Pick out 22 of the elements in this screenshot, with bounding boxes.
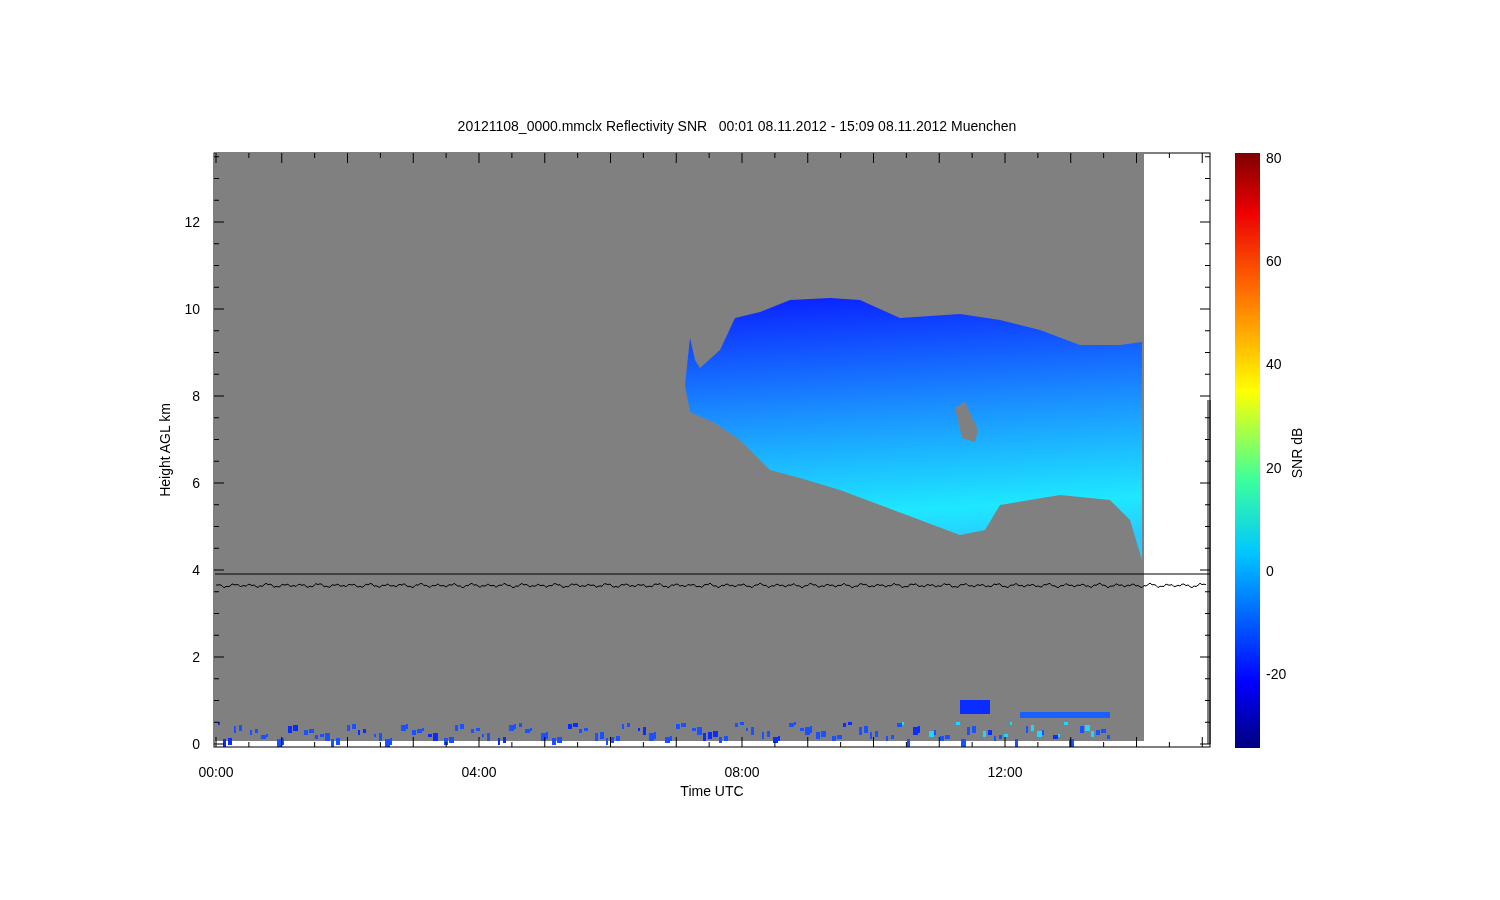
y-tick-label: 2 (192, 649, 200, 665)
colorbar-tick-label: -20 (1266, 666, 1287, 682)
x-tick-label: 08:00 (724, 764, 760, 780)
x-tick-label: 00:00 (198, 764, 234, 780)
y-tick-label: 0 (192, 736, 200, 752)
y-tick-label: 8 (192, 388, 200, 404)
x-tick-label: 04:00 (461, 764, 497, 780)
plot-title: 20121108_0000.mmclx Reflectivity SNR 00:01 08.11.2012 - 15:09 08.11.2012 Muenchen (457, 118, 1017, 134)
y-tick-label: 4 (192, 562, 200, 578)
colorbar-tick-label: 20 (1266, 459, 1282, 476)
x-tick-label: 12:00 (987, 764, 1023, 780)
y-axis-label: Height AGL km (157, 403, 173, 497)
colorbar-tick-label: 0 (1266, 562, 1274, 579)
colorbar-label: SNR dB (1289, 427, 1305, 479)
y-tick-label: 12 (184, 214, 200, 230)
x-axis-label: Time UTC (680, 783, 744, 799)
y-tick-label: 6 (192, 475, 200, 491)
y-tick-label: 10 (184, 301, 200, 317)
colorbar-tick-label: 60 (1266, 253, 1282, 270)
colorbar-tick-label: 40 (1266, 356, 1282, 373)
colorbar-tick-label: 80 (1266, 150, 1282, 166)
echo-gap-drawing (955, 402, 978, 442)
